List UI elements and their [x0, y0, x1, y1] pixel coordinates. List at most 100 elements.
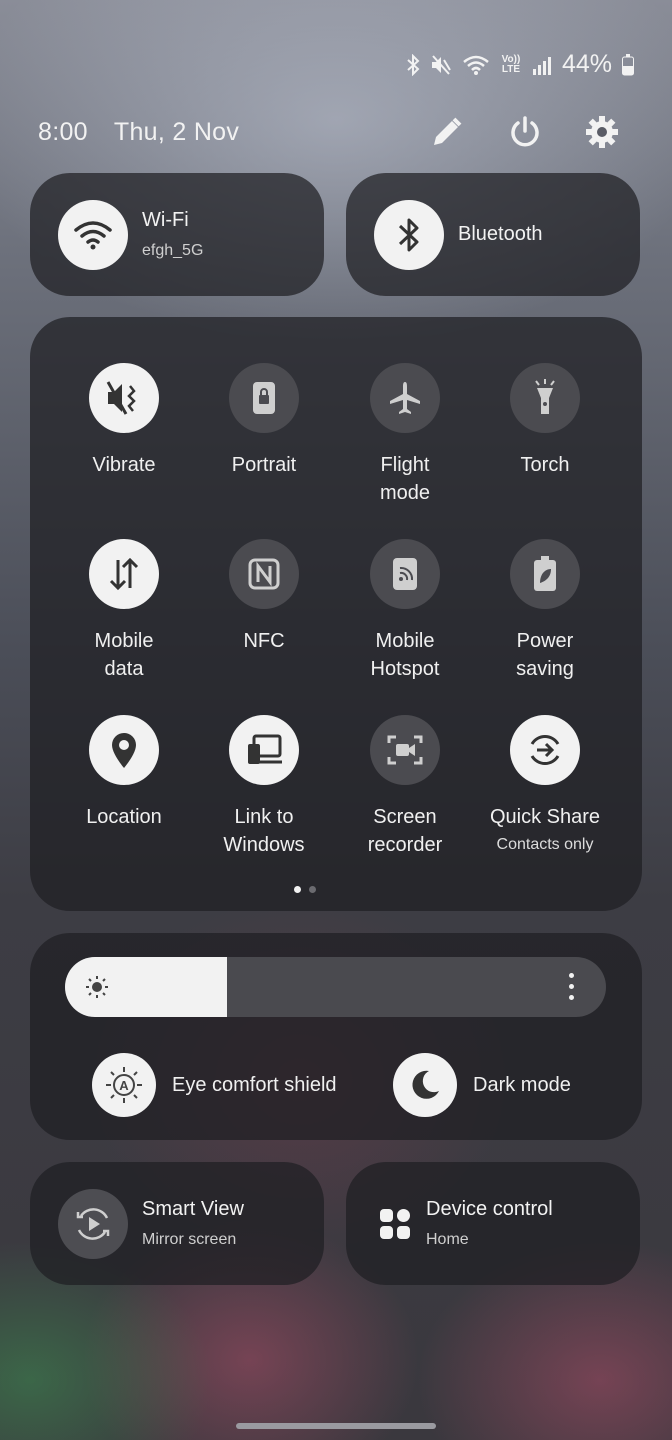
qs-flight-mode-label: Flight mode	[379, 454, 431, 504]
qs-portrait-label: Portrait	[231, 454, 297, 476]
edit-button[interactable]	[427, 112, 467, 152]
bluetooth-title: Bluetooth	[458, 223, 543, 245]
qs-vibrate-label: Vibrate	[92, 454, 156, 476]
power-saving-icon	[534, 556, 556, 591]
qs-vibrate[interactable]: Vibrate	[54, 363, 194, 479]
hotspot-icon	[393, 558, 417, 590]
qs-location-label: Location	[86, 806, 162, 828]
quick-share-icon	[530, 734, 560, 766]
date: Thu, 2 Nov	[113, 118, 240, 146]
power-icon	[511, 116, 539, 147]
qs-nfc-toggle[interactable]	[229, 539, 299, 609]
volte-indicator: Vo)) LTE	[501, 53, 521, 75]
qs-mobile-hotspot-label: Mobile Hotspot	[370, 630, 440, 680]
portrait-lock-icon	[253, 382, 275, 414]
clock-date[interactable]: 8:00 Thu, 2 Nov	[38, 118, 239, 147]
battery-icon	[622, 53, 634, 75]
wifi-network: efgh_5G	[142, 242, 204, 259]
qs-portrait[interactable]: Portrait	[194, 363, 334, 479]
qs-torch-toggle[interactable]	[510, 363, 580, 433]
qs-quick-share-label: Quick Share	[489, 806, 601, 828]
qs-screen-recorder-toggle[interactable]	[370, 715, 440, 785]
clock: 8:00	[38, 118, 88, 146]
page-dot-1	[294, 886, 301, 893]
device-control-subtitle: Home	[426, 1231, 469, 1248]
smart-view-toggle[interactable]	[58, 1188, 128, 1259]
screen-recorder-icon	[387, 735, 423, 765]
qs-mobile-data-toggle[interactable]	[89, 539, 159, 609]
more-vertical-icon	[568, 971, 574, 1000]
smart-view-title: Smart View	[142, 1198, 244, 1220]
brightness-slider[interactable]	[65, 957, 606, 1017]
signal-icon	[532, 56, 551, 75]
eye-comfort-badge: A	[119, 1078, 129, 1093]
qs-nfc[interactable]: NFC	[194, 539, 334, 655]
qs-torch[interactable]: Torch	[475, 363, 615, 479]
mobile-data-icon	[109, 557, 139, 591]
gear-icon	[586, 116, 618, 148]
smart-view-subtitle: Mirror screen	[142, 1231, 237, 1248]
home-indicator[interactable]	[236, 1423, 436, 1429]
airplane-icon	[390, 382, 420, 414]
brightness-more-button[interactable]	[563, 971, 579, 1003]
bluetooth-status-icon	[407, 53, 420, 76]
pencil-icon	[434, 117, 462, 145]
qs-power-saving[interactable]: Power saving	[475, 539, 615, 683]
brightness-panel: A Eye comfort shield Dark mode	[30, 933, 642, 1140]
sun-icon	[86, 976, 108, 998]
eye-comfort-shield-button[interactable]: A Eye comfort shield	[92, 1053, 337, 1117]
wifi-status-icon	[463, 55, 489, 75]
device-control-tile[interactable]: Device control Home	[346, 1162, 640, 1285]
qs-link-to-windows-label: Link to Windows	[223, 806, 305, 856]
qs-quick-share[interactable]: Quick Share Contacts only	[475, 715, 615, 855]
link-to-windows-icon	[248, 734, 282, 764]
dark-mode-label: Dark mode	[473, 1073, 571, 1096]
location-icon	[112, 733, 136, 768]
wifi-tile[interactable]: Wi-Fi efgh_5G	[30, 173, 324, 296]
quick-settings-panel: Vibrate Portrait Flight mode Torch Mobil…	[30, 317, 642, 911]
qs-vibrate-toggle[interactable]	[89, 363, 159, 433]
bluetooth-toggle[interactable]	[374, 199, 444, 270]
qs-location-toggle[interactable]	[89, 715, 159, 785]
qs-quick-share-sublabel: Contacts only	[496, 836, 594, 853]
dark-mode-button[interactable]: Dark mode	[393, 1053, 571, 1117]
qs-mobile-data-label: Mobile data	[94, 630, 154, 680]
smart-view-icon	[76, 1207, 110, 1240]
wifi-toggle[interactable]	[58, 199, 128, 270]
device-control-icon	[380, 1208, 410, 1239]
qs-mobile-hotspot-toggle[interactable]	[370, 539, 440, 609]
qs-location[interactable]: Location	[54, 715, 194, 831]
qs-mobile-hotspot[interactable]: Mobile Hotspot	[335, 539, 475, 683]
page-dot-2	[309, 886, 316, 893]
nfc-icon	[248, 558, 280, 590]
dark-mode-toggle[interactable]	[393, 1053, 457, 1117]
vibrate-icon	[106, 381, 136, 415]
qs-power-saving-toggle[interactable]	[510, 539, 580, 609]
eye-comfort-toggle[interactable]: A	[92, 1053, 156, 1117]
qs-flight-mode[interactable]: Flight mode	[335, 363, 475, 507]
qs-flight-mode-toggle[interactable]	[370, 363, 440, 433]
qs-link-to-windows[interactable]: Link to Windows	[194, 715, 334, 859]
qs-quick-share-toggle[interactable]	[510, 715, 580, 785]
qs-power-saving-label: Power saving	[516, 630, 574, 680]
qs-screen-recorder-label: Screen recorder	[367, 806, 443, 856]
qs-screen-recorder[interactable]: Screen recorder	[335, 715, 475, 859]
qs-torch-label: Torch	[520, 454, 570, 476]
moon-icon	[412, 1070, 439, 1099]
settings-button[interactable]	[582, 112, 622, 152]
power-button[interactable]	[505, 112, 545, 152]
torch-icon	[535, 379, 555, 414]
eye-comfort-label: Eye comfort shield	[172, 1073, 337, 1096]
status-bar: Vo)) LTE 44%	[406, 50, 634, 79]
smart-view-tile[interactable]: Smart View Mirror screen	[30, 1162, 324, 1285]
qs-mobile-data[interactable]: Mobile data	[54, 539, 194, 683]
wifi-icon	[74, 220, 112, 249]
qs-portrait-toggle[interactable]	[229, 363, 299, 433]
wifi-title: Wi-Fi	[142, 209, 189, 231]
battery-percent: 44%	[561, 50, 612, 78]
bluetooth-icon	[398, 218, 419, 251]
page-indicator	[294, 886, 316, 893]
qs-link-to-windows-toggle[interactable]	[229, 715, 299, 785]
eye-comfort-icon: A	[106, 1067, 142, 1103]
bluetooth-tile[interactable]: Bluetooth	[346, 173, 640, 296]
